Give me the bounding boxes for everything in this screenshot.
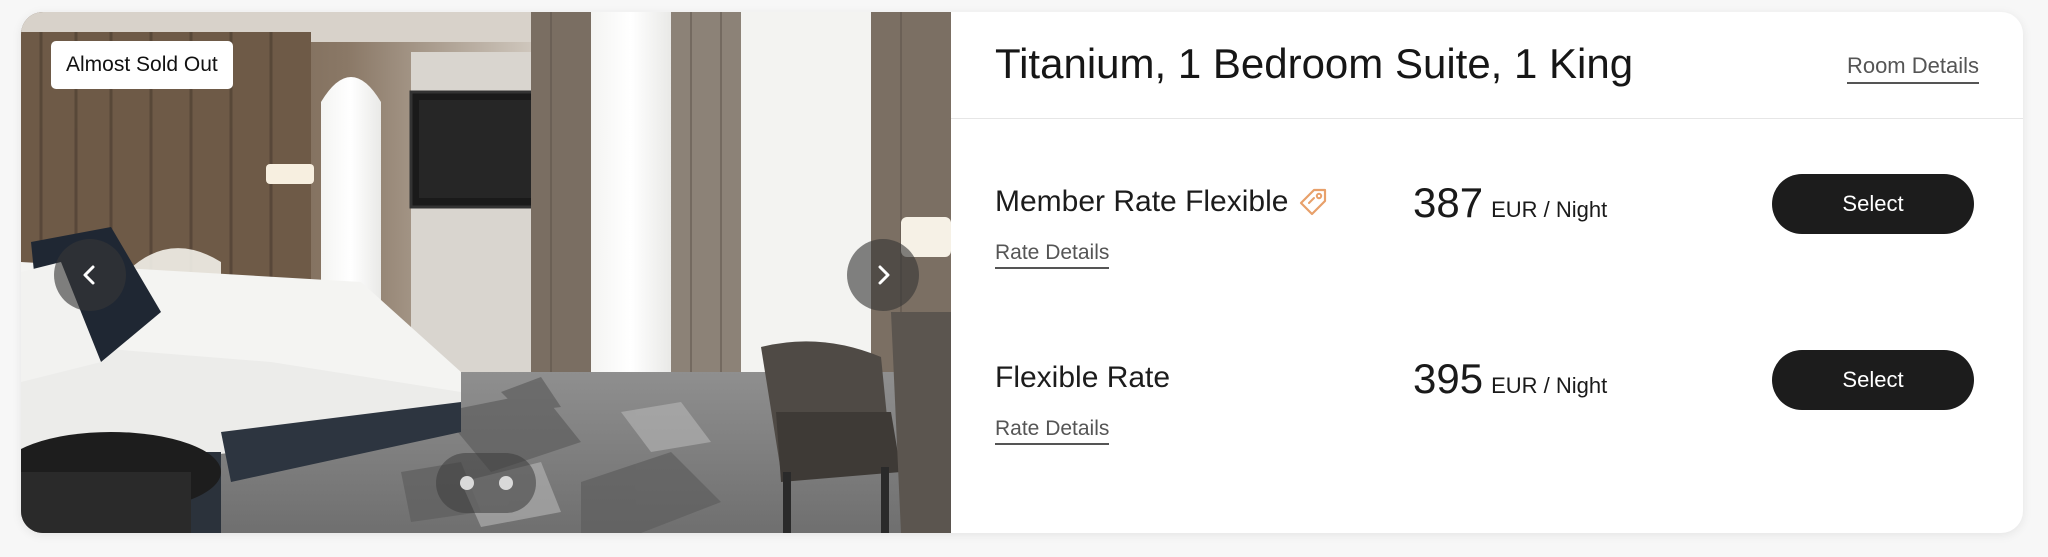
price-unit: EUR / Night [1491, 197, 1608, 222]
chevron-right-icon [878, 265, 890, 285]
rate-price: 387 EUR / Night [1413, 179, 1607, 227]
price-amount: 395 [1413, 355, 1484, 402]
rate-name-label: Member Rate Flexible [995, 185, 1289, 218]
room-info-panel: Titanium, 1 Bedroom Suite, 1 King Room D… [951, 12, 2023, 533]
rate-details-link[interactable]: Rate Details [995, 241, 1110, 269]
select-button[interactable]: Select [1772, 174, 1974, 234]
rate-row-member-flexible: Member Rate Flexible Rate Details 387 EUR… [951, 174, 2023, 295]
room-title: Titanium, 1 Bedroom Suite, 1 King [995, 40, 1634, 87]
previous-photo-button[interactable] [54, 239, 126, 311]
rate-name: Flexible Rate [995, 361, 1170, 395]
divider [951, 118, 2023, 119]
rate-price: 395 EUR / Night [1413, 355, 1607, 403]
price-amount: 387 [1413, 179, 1484, 226]
select-button[interactable]: Select [1772, 350, 1974, 410]
rate-name: Member Rate Flexible [995, 185, 1328, 219]
price-unit: EUR / Night [1491, 373, 1608, 398]
rate-details-link[interactable]: Rate Details [995, 417, 1110, 445]
carousel-indicator [436, 453, 536, 513]
tag-icon [1300, 188, 1327, 216]
almost-sold-out-badge: Almost Sold Out [51, 41, 233, 89]
room-photo-gallery[interactable]: Almost Sold Out [21, 12, 951, 533]
chevron-left-icon [83, 265, 95, 285]
carousel-dot-1[interactable] [459, 476, 474, 490]
rate-name-label: Flexible Rate [995, 361, 1171, 394]
carousel-dot-2[interactable] [498, 476, 513, 490]
room-details-link[interactable]: Room Details [1846, 53, 1979, 84]
rate-row-flexible: Flexible Rate Rate Details 395 EUR / Nigh… [951, 350, 2023, 471]
room-card: Almost Sold Out Titanium, 1 Bedroom Suit… [21, 12, 2023, 533]
next-photo-button[interactable] [847, 239, 919, 311]
